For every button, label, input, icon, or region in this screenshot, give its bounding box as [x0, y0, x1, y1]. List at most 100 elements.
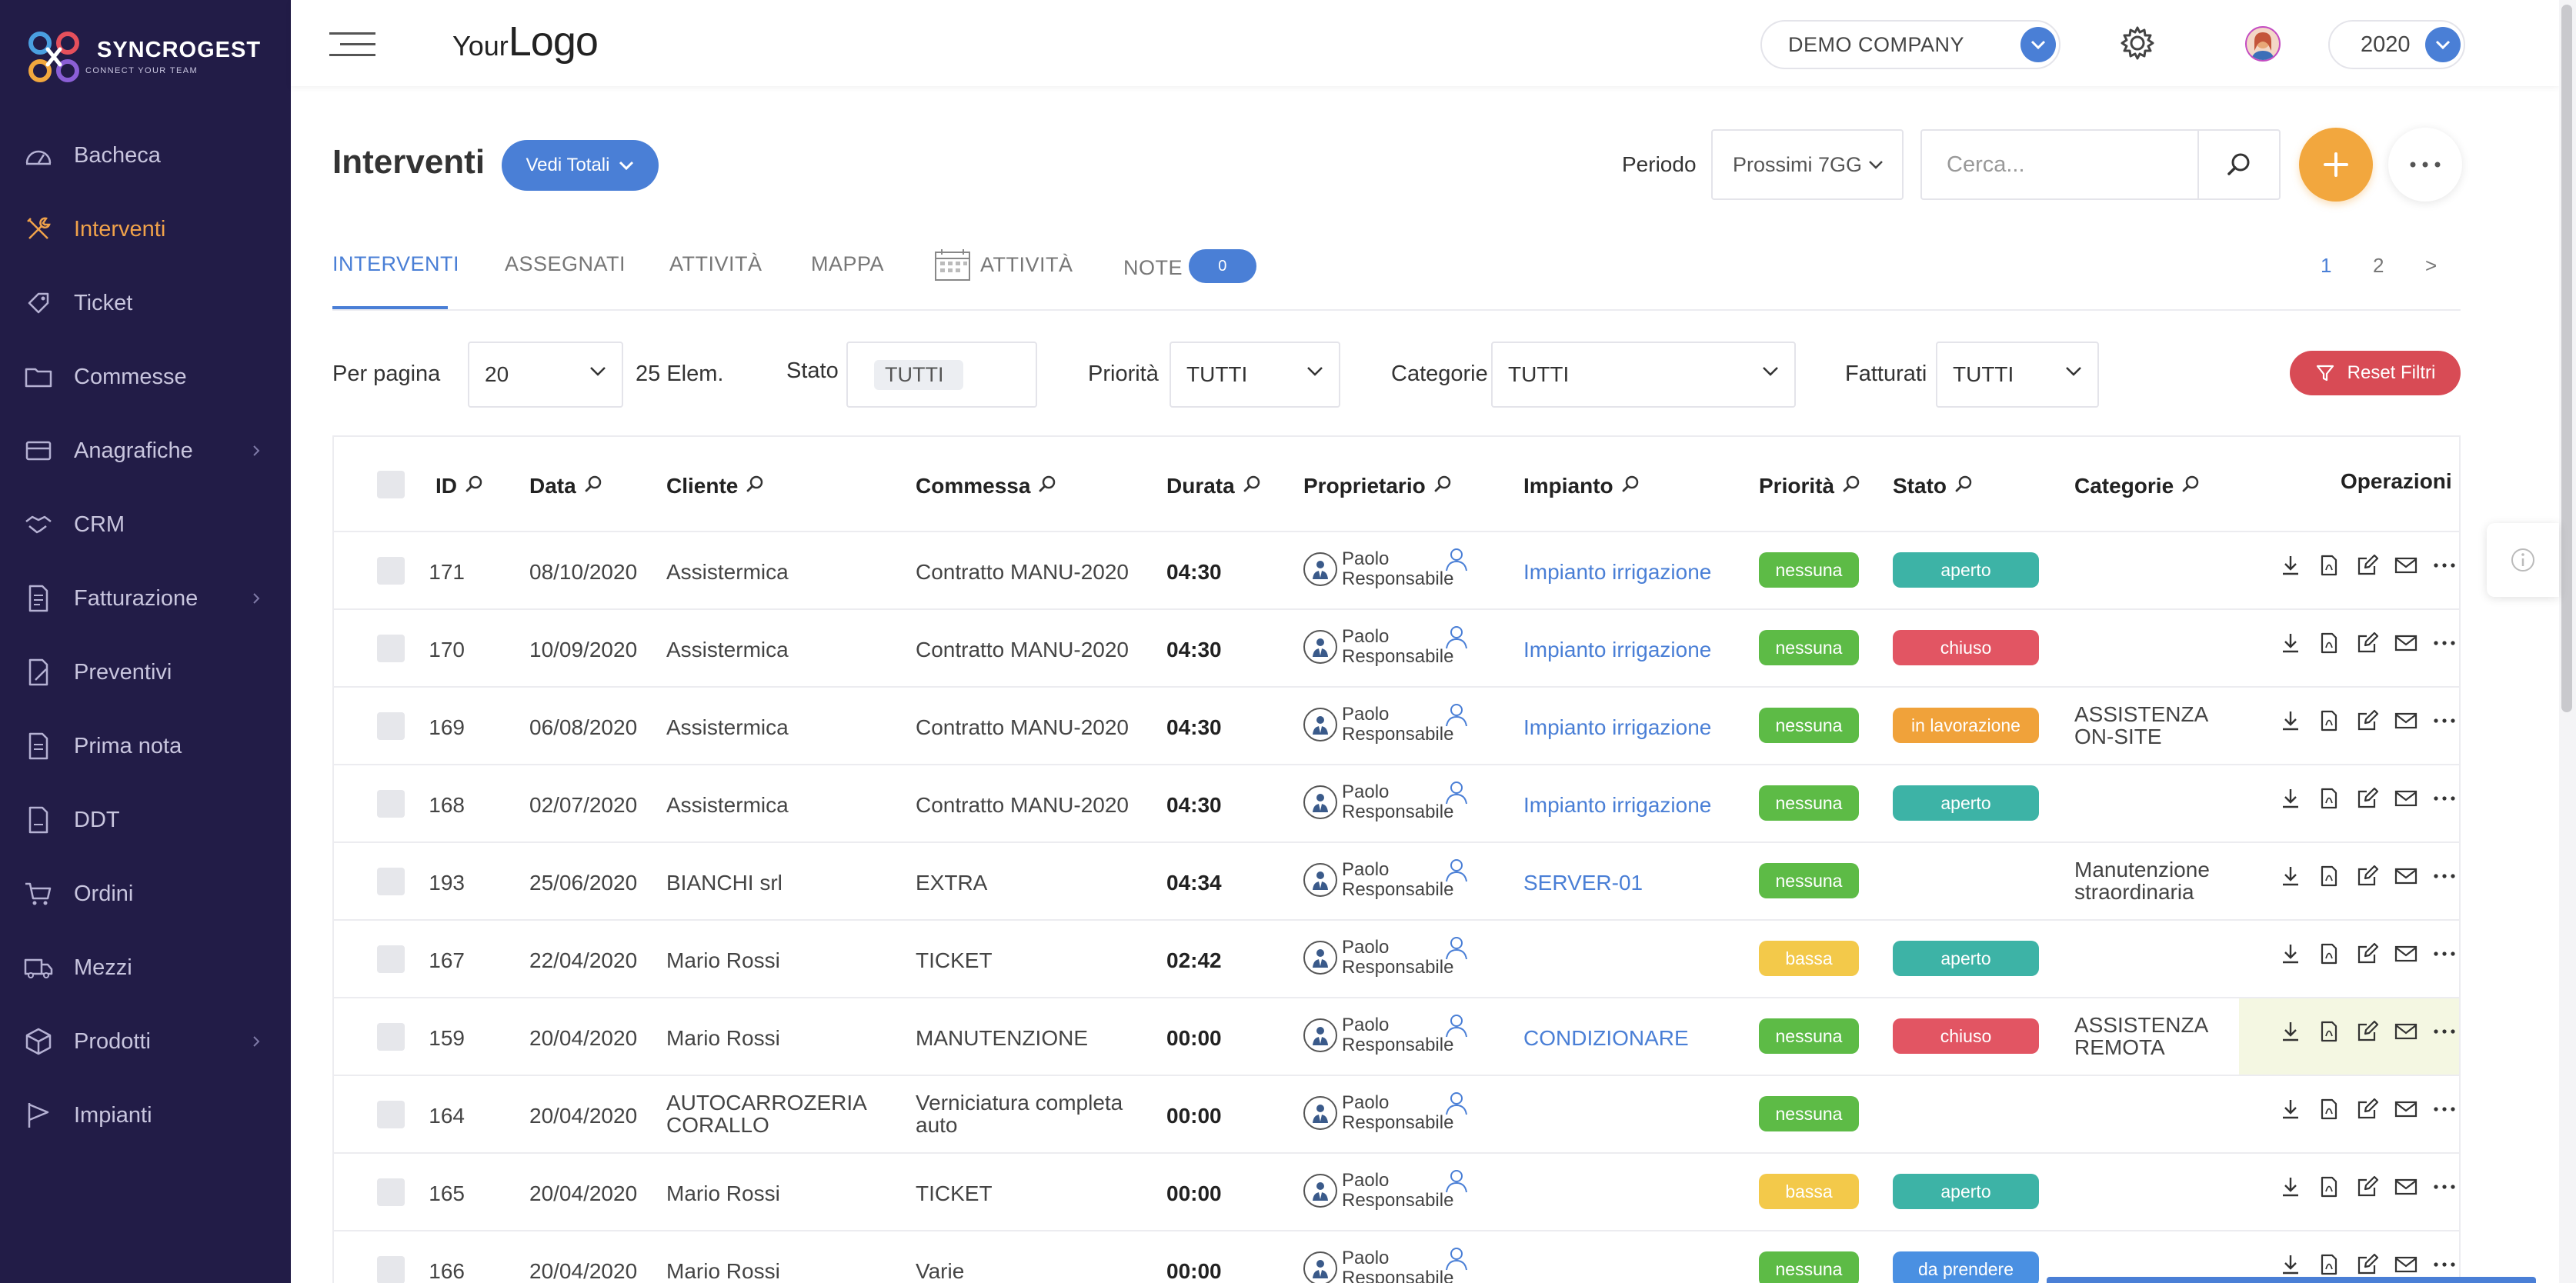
tab-assegnati[interactable]: ASSEGNATI — [505, 252, 626, 276]
edit-icon[interactable] — [2348, 1020, 2387, 1043]
column-header-id[interactable]: ID — [435, 474, 483, 498]
more-icon[interactable] — [2425, 1106, 2459, 1112]
edit-icon[interactable] — [2348, 865, 2387, 888]
sidebar-item-prima-nota[interactable]: Prima nota — [0, 709, 291, 783]
assign-user-icon[interactable] — [1443, 857, 1470, 887]
pdf-icon[interactable] — [2310, 1020, 2348, 1043]
column-header-stato[interactable]: Stato — [1893, 474, 1973, 498]
row-checkbox[interactable] — [377, 1023, 405, 1051]
row-checkbox[interactable] — [377, 1101, 405, 1128]
download-icon[interactable] — [2271, 1253, 2310, 1276]
column-header-durata[interactable]: Durata — [1166, 474, 1261, 498]
column-header-impianto[interactable]: Impianto — [1523, 474, 1640, 498]
table-row[interactable]: 193 25/06/2020 BIANCHI srl EXTRA 04:34 Paolo R… — [334, 843, 2459, 921]
mail-icon[interactable] — [2387, 711, 2425, 730]
next-page-link[interactable]: > — [2425, 254, 2437, 278]
period-select[interactable]: Prossimi 7GG — [1711, 129, 1904, 200]
sidebar-item-bacheca[interactable]: Bacheca — [0, 118, 291, 192]
assign-user-icon[interactable] — [1443, 1090, 1470, 1120]
stato-select[interactable]: TUTTI — [846, 342, 1037, 408]
download-icon[interactable] — [2271, 632, 2310, 655]
pdf-icon[interactable] — [2310, 865, 2348, 888]
pdf-icon[interactable] — [2310, 554, 2348, 577]
tab-mappa[interactable]: MAPPA — [811, 252, 884, 276]
page-1-link[interactable]: 1 — [2321, 254, 2331, 278]
brand[interactable]: SYNCROGEST CONNECT YOUR TEAM — [23, 26, 261, 88]
edit-icon[interactable] — [2348, 709, 2387, 732]
more-icon[interactable] — [2425, 951, 2459, 957]
mail-icon[interactable] — [2387, 867, 2425, 885]
pdf-icon[interactable] — [2310, 1175, 2348, 1198]
column-header-priorit[interactable]: Priorità — [1759, 474, 1860, 498]
pdf-icon[interactable] — [2310, 1253, 2348, 1276]
download-icon[interactable] — [2271, 1098, 2310, 1121]
table-row[interactable]: 159 20/04/2020 Mario Rossi MANUTENZIONE 00:0… — [334, 998, 2459, 1076]
table-row[interactable]: 167 22/04/2020 Mario Rossi TICKET 02:42 Paolo… — [334, 921, 2459, 998]
row-checkbox[interactable] — [377, 945, 405, 973]
your-logo[interactable]: YourLogo — [452, 18, 599, 69]
edit-icon[interactable] — [2348, 632, 2387, 655]
gear-icon[interactable] — [2117, 23, 2157, 63]
cell-impianto-link[interactable]: Impianto irrigazione — [1523, 715, 1711, 740]
sidebar-item-impianti[interactable]: Impianti — [0, 1078, 291, 1152]
sidebar-item-mezzi[interactable]: Mezzi — [0, 931, 291, 1005]
edit-icon[interactable] — [2348, 1253, 2387, 1276]
sidebar-item-commesse[interactable]: Commesse — [0, 340, 291, 414]
more-icon[interactable] — [2425, 562, 2459, 568]
row-checkbox[interactable] — [377, 557, 405, 585]
per-page-select[interactable]: 20 — [468, 342, 623, 408]
more-icon[interactable] — [2425, 640, 2459, 646]
edit-icon[interactable] — [2348, 1098, 2387, 1121]
table-row[interactable]: 166 20/04/2020 Mario Rossi Varie 00:00 Paolo R… — [334, 1231, 2459, 1283]
mail-icon[interactable] — [2387, 945, 2425, 963]
sidebar-item-anagrafiche[interactable]: Anagrafiche — [0, 414, 291, 488]
row-checkbox[interactable] — [377, 868, 405, 895]
table-row[interactable]: 168 02/07/2020 Assistermica Contratto MANU-… — [334, 765, 2459, 843]
cell-impianto-link[interactable]: Impianto irrigazione — [1523, 560, 1711, 585]
download-icon[interactable] — [2271, 1020, 2310, 1043]
column-search-icon[interactable] — [457, 474, 483, 498]
sidebar-item-ordini[interactable]: Ordini — [0, 857, 291, 931]
select-all-checkbox[interactable] — [377, 471, 405, 498]
edit-icon[interactable] — [2348, 787, 2387, 810]
tab-interventi[interactable]: INTERVENTI — [332, 252, 459, 276]
column-search-icon[interactable] — [576, 474, 602, 498]
year-selector[interactable]: 2020 — [2328, 20, 2465, 69]
hamburger-menu-icon[interactable] — [329, 32, 375, 58]
mail-icon[interactable] — [2387, 1022, 2425, 1041]
cell-impianto-link[interactable]: Impianto irrigazione — [1523, 638, 1711, 662]
more-options-button[interactable] — [2388, 128, 2462, 202]
row-checkbox[interactable] — [377, 712, 405, 740]
column-header-operazioni[interactable]: Operazioni — [2341, 469, 2452, 494]
column-search-icon[interactable] — [1834, 474, 1860, 498]
tab-attivita-calendar[interactable]: ATTIVITÀ — [934, 248, 1073, 282]
column-search-icon[interactable] — [1426, 474, 1452, 498]
assign-user-icon[interactable] — [1443, 779, 1470, 809]
assign-user-icon[interactable] — [1443, 701, 1470, 731]
fatturati-select[interactable]: TUTTI — [1936, 342, 2099, 408]
row-checkbox[interactable] — [377, 1256, 405, 1283]
more-icon[interactable] — [2425, 1184, 2459, 1190]
table-row[interactable]: 170 10/09/2020 Assistermica Contratto MANU-… — [334, 610, 2459, 688]
column-header-data[interactable]: Data — [529, 474, 602, 498]
user-avatar[interactable] — [2245, 26, 2281, 62]
table-row[interactable]: 171 08/10/2020 Assistermica Contratto MANU-… — [334, 532, 2459, 610]
more-icon[interactable] — [2425, 795, 2459, 801]
mail-icon[interactable] — [2387, 1178, 2425, 1196]
pdf-icon[interactable] — [2310, 709, 2348, 732]
more-icon[interactable] — [2425, 1261, 2459, 1268]
download-icon[interactable] — [2271, 1175, 2310, 1198]
sidebar-item-preventivi[interactable]: Preventivi — [0, 635, 291, 709]
cell-impianto-link[interactable]: Impianto irrigazione — [1523, 793, 1711, 818]
vedi-totali-button[interactable]: Vedi Totali — [502, 140, 659, 191]
download-icon[interactable] — [2271, 787, 2310, 810]
column-search-icon[interactable] — [1030, 474, 1056, 498]
row-checkbox[interactable] — [377, 790, 405, 818]
row-checkbox[interactable] — [377, 1178, 405, 1206]
cell-impianto-link[interactable]: CONDIZIONARE — [1523, 1026, 1689, 1051]
assign-user-icon[interactable] — [1443, 546, 1470, 576]
column-search-icon[interactable] — [1613, 474, 1640, 498]
column-header-categorie[interactable]: Categorie — [2074, 474, 2200, 498]
sidebar-item-crm[interactable]: CRM — [0, 488, 291, 562]
mail-icon[interactable] — [2387, 556, 2425, 575]
